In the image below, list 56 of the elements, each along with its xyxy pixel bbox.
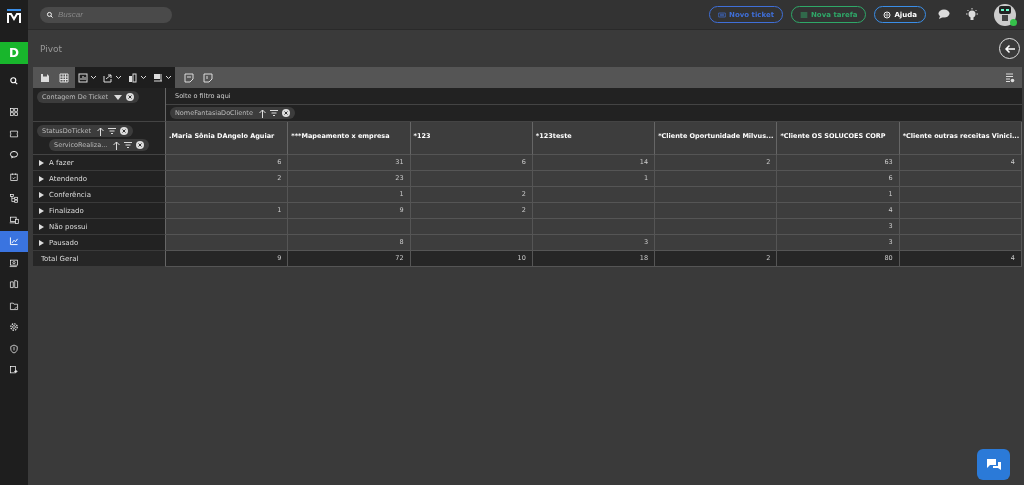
search-icon: [9, 75, 19, 86]
caret-icon: [165, 75, 172, 80]
page-title: Pivot: [40, 43, 64, 54]
format-icon: [184, 72, 194, 83]
chart-icon: [78, 72, 88, 83]
caret-icon: [90, 75, 97, 80]
ticket-icon: [9, 128, 19, 139]
lifebuoy-icon: [883, 10, 892, 19]
remove-icon[interactable]: [126, 93, 134, 101]
remove-icon[interactable]: [281, 109, 290, 117]
left-arrow-icon: [1003, 43, 1016, 54]
caret-icon: [140, 75, 147, 80]
logo-icon: [6, 8, 22, 24]
totals-icon: [153, 72, 163, 83]
expand-arrow-icon[interactable]: [39, 207, 44, 214]
dropdown-icon[interactable]: [114, 94, 122, 100]
expand-arrow-icon[interactable]: [39, 159, 44, 166]
search-icon: [46, 10, 54, 19]
ticket-icon: [718, 10, 727, 19]
filter-icon[interactable]: [124, 142, 133, 148]
chat-bubbles-icon: [984, 456, 1003, 473]
expand-arrow-icon[interactable]: [39, 175, 44, 182]
filter-icon[interactable]: [269, 110, 278, 116]
caret-icon: [115, 75, 122, 80]
calendar-icon: [9, 171, 19, 182]
robot-icon: [997, 3, 1013, 22]
logout-icon: [9, 365, 19, 376]
layout-icon: [128, 72, 138, 83]
save-icon: [40, 72, 50, 83]
grid-icon: [9, 107, 19, 118]
devices-icon: [9, 214, 19, 225]
chat-icon: [9, 150, 19, 161]
conditional-format-icon: [203, 72, 213, 83]
expand-arrow-icon[interactable]: [39, 191, 44, 198]
fields-settings-icon: [1005, 72, 1015, 83]
export-icon: [103, 72, 113, 83]
grid-icon: [59, 72, 69, 83]
book-icon: [9, 279, 19, 290]
sort-arrow-icon[interactable]: [113, 140, 121, 150]
remove-icon[interactable]: [136, 141, 145, 149]
chart-icon: [9, 236, 19, 247]
lightbulb-icon[interactable]: [965, 7, 979, 22]
remove-icon[interactable]: [119, 127, 128, 135]
filter-icon[interactable]: [107, 128, 116, 134]
sort-arrow-icon[interactable]: [96, 126, 104, 136]
expand-arrow-icon[interactable]: [39, 223, 44, 230]
sidebar-item[interactable]: [0, 230, 28, 252]
sort-arrow-icon[interactable]: [258, 108, 266, 118]
folder-icon: [9, 300, 19, 311]
chat-button[interactable]: [977, 449, 1010, 480]
banknote-icon: [9, 257, 19, 268]
user-avatar[interactable]: [994, 3, 1016, 26]
shield-icon: [9, 343, 19, 354]
chat-icon[interactable]: [938, 9, 950, 20]
expand-arrow-icon[interactable]: [39, 239, 44, 246]
hierarchy-icon: [9, 193, 19, 204]
